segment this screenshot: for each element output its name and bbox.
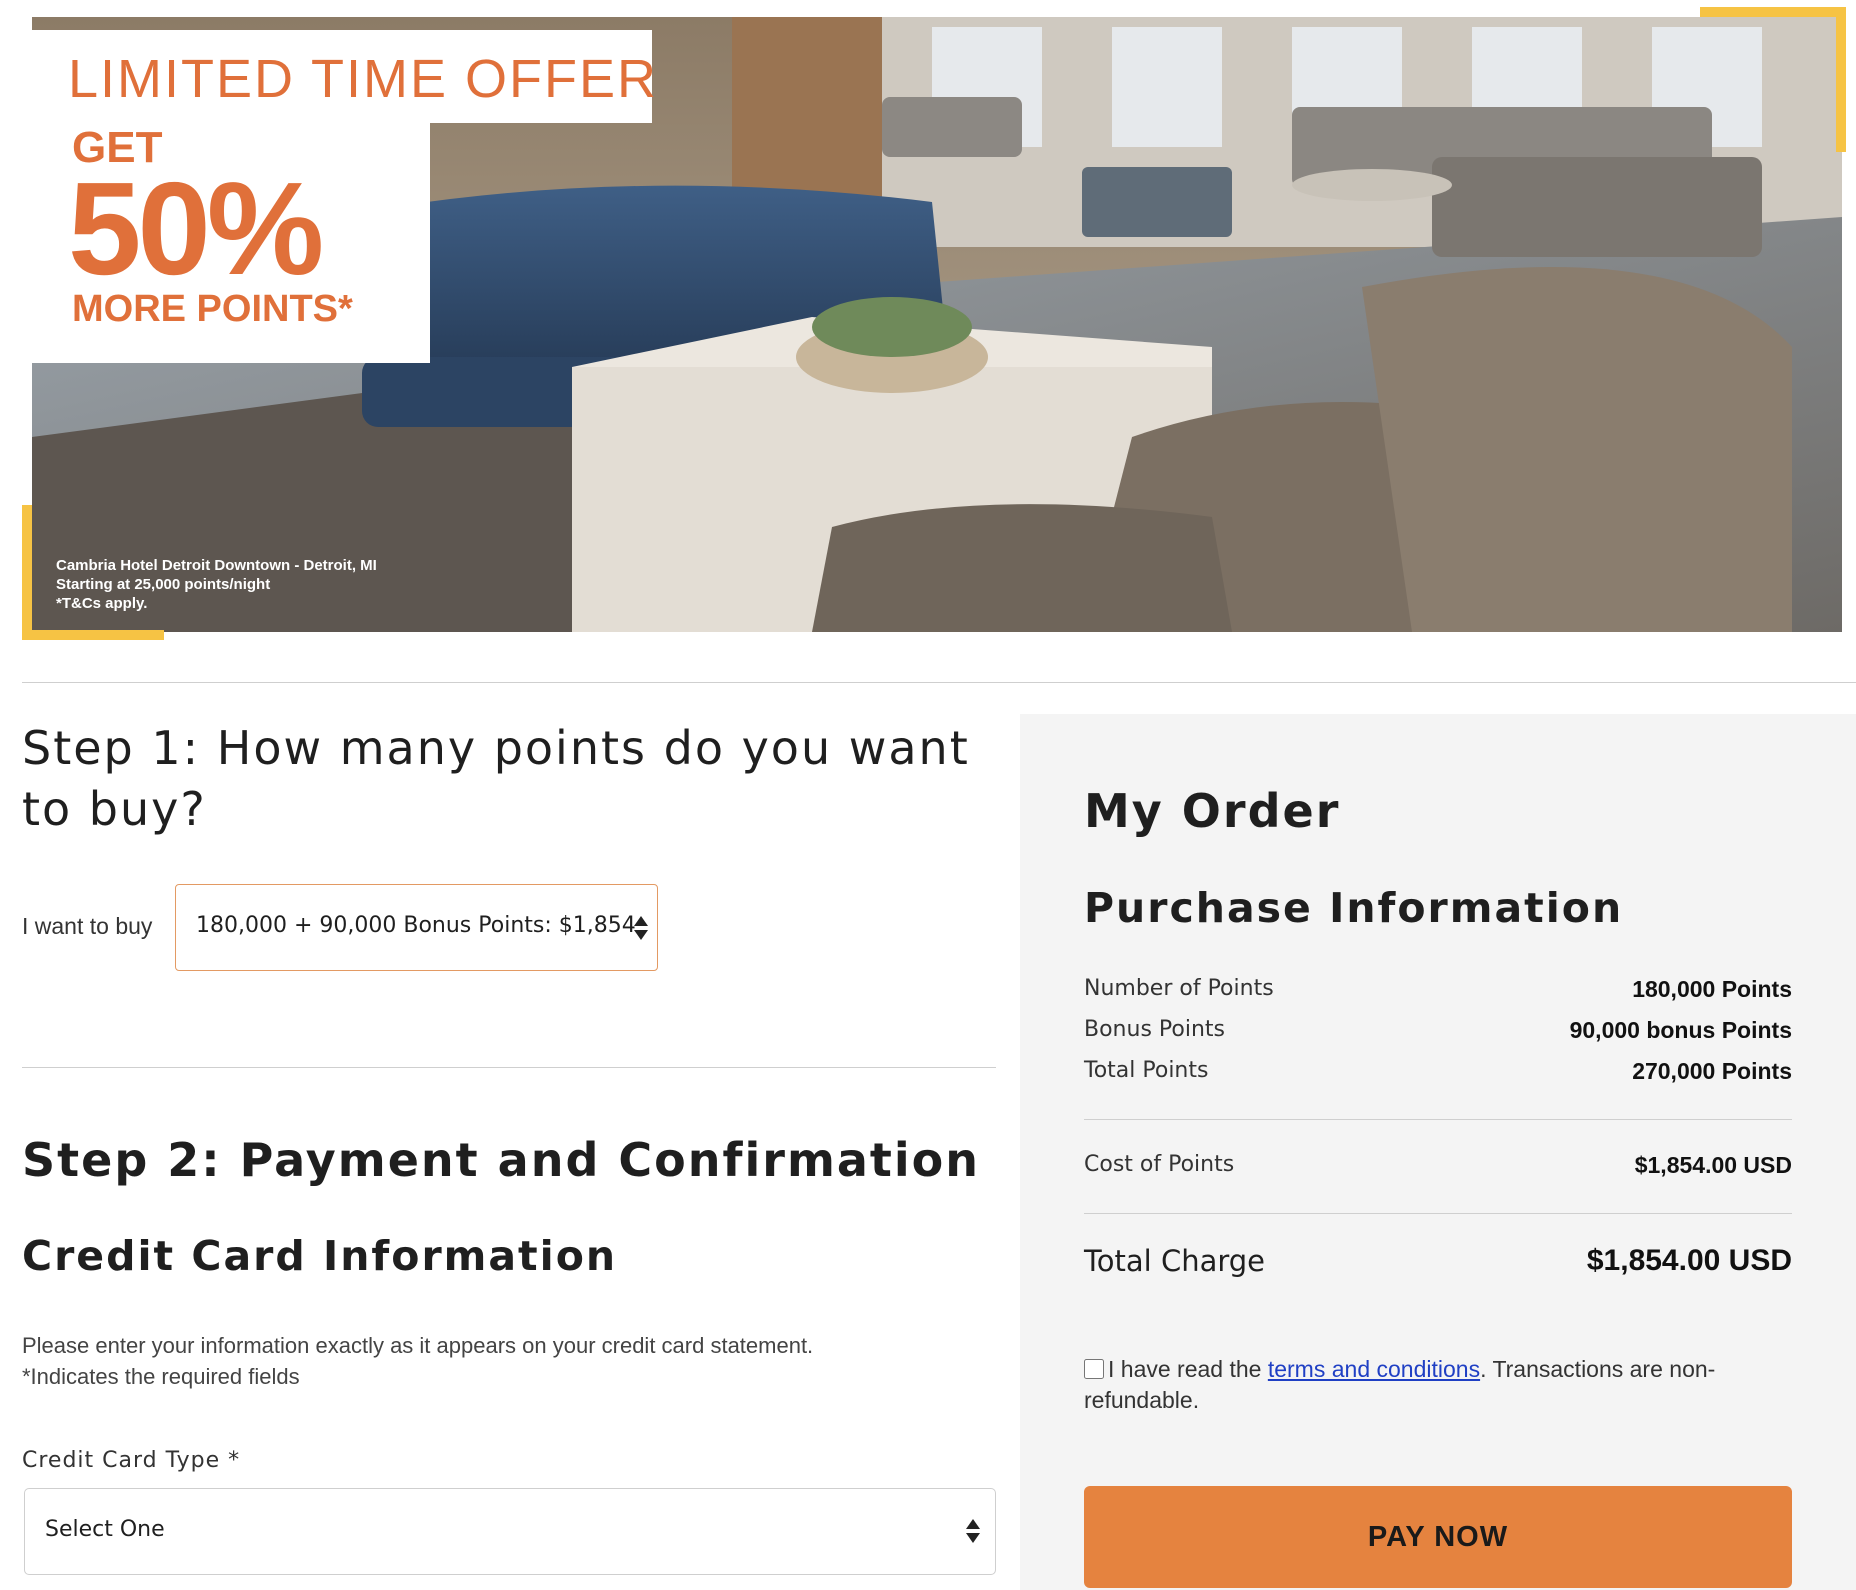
want-to-buy-label: I want to buy bbox=[22, 913, 153, 939]
cc-type-value: Select One bbox=[45, 1517, 165, 1542]
terms-link[interactable]: terms and conditions bbox=[1268, 1356, 1480, 1382]
row-label: Bonus Points bbox=[1084, 1017, 1225, 1042]
points-package-select[interactable]: 180,000 + 90,000 Bonus Points: $1,854.00 bbox=[175, 884, 658, 971]
order-summary-panel: My Order Purchase Information Number of … bbox=[1020, 714, 1856, 1590]
pay-now-button[interactable]: PAY NOW bbox=[1084, 1486, 1792, 1588]
row-total-charge: Total Charge $1,854.00 USD bbox=[1084, 1244, 1792, 1288]
caption-rate: Starting at 25,000 points/night bbox=[56, 576, 271, 593]
divider bbox=[22, 682, 1856, 683]
terms-checkbox[interactable] bbox=[1084, 1359, 1104, 1379]
row-value: 180,000 Points bbox=[1632, 976, 1792, 1002]
promo-more-points: MORE POINTS* bbox=[72, 288, 353, 330]
divider bbox=[1084, 1119, 1792, 1120]
required-note: *Indicates the required fields bbox=[22, 1364, 300, 1389]
cost-value: $1,854.00 USD bbox=[1634, 1152, 1792, 1178]
cc-instructions: Please enter your information exactly as… bbox=[22, 1330, 813, 1392]
total-charge-value: $1,854.00 USD bbox=[1586, 1244, 1792, 1277]
promo-percent: 50% bbox=[68, 155, 324, 302]
row-label: Total Points bbox=[1084, 1058, 1209, 1083]
purchase-info-title: Purchase Information bbox=[1084, 884, 1624, 932]
row-label: Number of Points bbox=[1084, 976, 1274, 1001]
select-arrows-icon bbox=[634, 916, 648, 940]
divider bbox=[22, 1067, 996, 1068]
row-number-of-points: Number of Points 180,000 Points bbox=[1084, 976, 1792, 1008]
terms-agreement: I have read the terms and conditions. Tr… bbox=[1084, 1354, 1792, 1416]
cc-type-label: Credit Card Type * bbox=[22, 1448, 241, 1473]
row-value: 270,000 Points bbox=[1632, 1058, 1792, 1084]
terms-prefix: I have read the bbox=[1108, 1356, 1268, 1382]
step1-title: Step 1: How many points do you want to b… bbox=[22, 721, 970, 836]
cc-type-select[interactable]: Select One bbox=[24, 1488, 996, 1575]
caption-terms: *T&Cs apply. bbox=[56, 595, 148, 612]
total-charge-label: Total Charge bbox=[1084, 1244, 1266, 1278]
row-total-points: Total Points 270,000 Points bbox=[1084, 1058, 1792, 1090]
promo-title-box: LIMITED TIME OFFER bbox=[32, 30, 656, 123]
instruction-text: Please enter your information exactly as… bbox=[22, 1333, 814, 1358]
hero-caption: Cambria Hotel Detroit Downtown - Detroit… bbox=[56, 556, 377, 613]
promo-offer-box: GET 50% MORE POINTS* bbox=[32, 123, 430, 363]
credit-card-title: Credit Card Information bbox=[22, 1232, 618, 1280]
row-cost-of-points: Cost of Points $1,854.00 USD bbox=[1084, 1152, 1792, 1184]
promo-title: LIMITED TIME OFFER bbox=[68, 49, 659, 109]
select-arrows-icon bbox=[966, 1519, 980, 1543]
step2-title: Step 2: Payment and Confirmation bbox=[22, 1133, 981, 1187]
row-bonus-points: Bonus Points 90,000 bonus Points bbox=[1084, 1017, 1792, 1049]
cost-label: Cost of Points bbox=[1084, 1152, 1235, 1177]
divider bbox=[1084, 1213, 1792, 1214]
my-order-title: My Order bbox=[1084, 784, 1341, 838]
caption-hotel: Cambria Hotel Detroit Downtown - Detroit… bbox=[56, 557, 377, 574]
points-package-value: 180,000 + 90,000 Bonus Points: $1,854.00 bbox=[196, 913, 636, 938]
row-value: 90,000 bonus Points bbox=[1569, 1017, 1792, 1043]
accent-corner-top-right bbox=[1700, 7, 1846, 152]
